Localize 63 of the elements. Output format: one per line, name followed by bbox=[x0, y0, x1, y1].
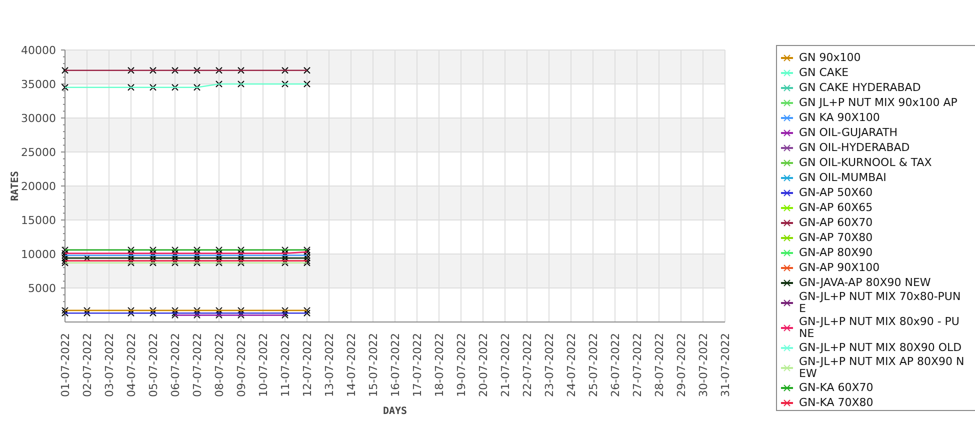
x-tick-label: 16-07-2022 bbox=[389, 333, 402, 397]
x-tick-label: 14-07-2022 bbox=[345, 333, 358, 397]
x-tick-label: 31-07-2022 bbox=[719, 333, 732, 397]
legend-label: GN JL+P NUT MIX 90x100 AP bbox=[799, 97, 958, 109]
legend-label: GN-KA 70X80 bbox=[799, 397, 874, 409]
legend-label: GN-JL+P NUT MIX 80x90 - PUNE bbox=[799, 316, 960, 340]
legend-label: GN OIL-GUJARATH bbox=[799, 127, 898, 139]
x-tick-label: 25-07-2022 bbox=[587, 333, 600, 397]
x-tick-label: 03-07-2022 bbox=[103, 333, 116, 397]
legend-label: GN-JAVA-AP 80X90 NEW bbox=[799, 277, 932, 289]
y-tick-label: 5000 bbox=[28, 282, 56, 295]
x-tick-label: 26-07-2022 bbox=[609, 333, 622, 397]
x-tick-label: 21-07-2022 bbox=[499, 333, 512, 397]
x-tick-label: 11-07-2022 bbox=[279, 333, 292, 397]
x-tick-label: 20-07-2022 bbox=[477, 333, 490, 397]
x-tick-label: 23-07-2022 bbox=[543, 333, 556, 397]
x-tick-label: 22-07-2022 bbox=[521, 333, 534, 397]
y-tick-label: 40000 bbox=[21, 44, 56, 57]
legend-label: GN-AP 70X80 bbox=[799, 232, 874, 244]
x-tick-label: 02-07-2022 bbox=[81, 333, 94, 397]
x-tick-label: 17-07-2022 bbox=[411, 333, 424, 397]
y-tick-label: 30000 bbox=[21, 112, 56, 125]
legend-label: GN-AP 60X70 bbox=[799, 217, 874, 229]
legend-label: GN-AP 90X100 bbox=[799, 262, 881, 274]
legend-label: GN-KA 60X70 bbox=[799, 382, 874, 394]
legend-label: GN OIL-HYDERABAD bbox=[799, 142, 911, 154]
legend-label: GN KA 90X100 bbox=[799, 112, 881, 124]
y-axis-title: RATES bbox=[10, 170, 21, 202]
y-tick-label: 35000 bbox=[21, 78, 56, 91]
legend-label: GN-JL+P NUT MIX 80X90 OLD bbox=[799, 342, 963, 354]
x-tick-label: 04-07-2022 bbox=[125, 333, 138, 397]
x-tick-label: 29-07-2022 bbox=[675, 333, 688, 397]
legend-label: GN-JL+P NUT MIX AP 80X90 NEW bbox=[799, 356, 965, 380]
y-tick-label: 20000 bbox=[21, 180, 56, 193]
x-tick-label: 15-07-2022 bbox=[367, 333, 380, 397]
x-tick-label: 05-07-2022 bbox=[147, 333, 160, 397]
legend-label: GN CAKE HYDERABAD bbox=[799, 82, 922, 94]
legend-label: GN OIL-MUMBAI bbox=[799, 172, 888, 184]
x-tick-label: 10-07-2022 bbox=[257, 333, 270, 397]
x-tick-label: 28-07-2022 bbox=[653, 333, 666, 397]
legend-label: GN-JL+P NUT MIX 70x80-PUNE bbox=[799, 291, 962, 315]
y-tick-label: 15000 bbox=[21, 214, 56, 227]
y-tick-label: 25000 bbox=[21, 146, 56, 159]
x-tick-label: 07-07-2022 bbox=[191, 333, 204, 397]
x-tick-label: 01-07-2022 bbox=[59, 333, 72, 397]
x-tick-label: 30-07-2022 bbox=[697, 333, 710, 397]
x-tick-label: 18-07-2022 bbox=[433, 333, 446, 397]
x-tick-label: 24-07-2022 bbox=[565, 333, 578, 397]
legend-label: GN-AP 50X60 bbox=[799, 187, 874, 199]
y-tick-label: 10000 bbox=[21, 248, 56, 261]
x-tick-label: 06-07-2022 bbox=[169, 333, 182, 397]
x-tick-label: 12-07-2022 bbox=[301, 333, 314, 397]
x-tick-label: 13-07-2022 bbox=[323, 333, 336, 397]
legend-label: GN CAKE bbox=[799, 67, 850, 79]
x-tick-label: 08-07-2022 bbox=[213, 333, 226, 397]
x-tick-label: 09-07-2022 bbox=[235, 333, 248, 397]
legend-label: GN-AP 80X90 bbox=[799, 247, 874, 259]
legend-label: GN 90x100 bbox=[799, 52, 862, 64]
legend-label: GN-AP 60X65 bbox=[799, 202, 874, 214]
x-axis-title: DAYS bbox=[382, 406, 408, 417]
legend-label: GN OIL-KURNOOL & TAX bbox=[799, 157, 933, 169]
x-tick-label: 27-07-2022 bbox=[631, 333, 644, 397]
x-tick-label: 19-07-2022 bbox=[455, 333, 468, 397]
